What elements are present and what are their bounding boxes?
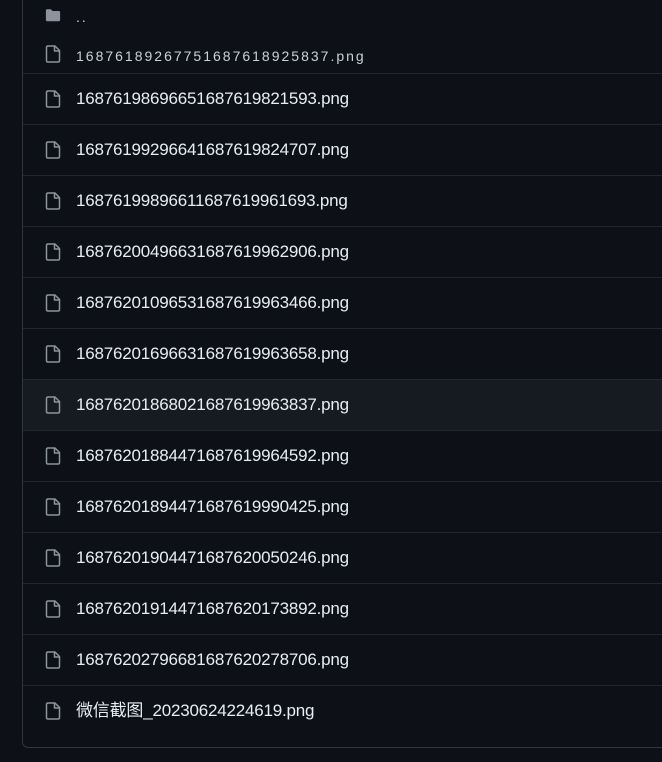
file-name-link[interactable]: 16876200496631687619962906.png (76, 242, 349, 262)
file-icon (45, 447, 61, 465)
file-list: .. 16876189267751687618925837.png 1687619… (22, 0, 662, 748)
file-icon (45, 702, 61, 720)
file-name-link[interactable]: 16876199896611687619961693.png (76, 191, 348, 211)
file-name-link[interactable]: 16876199296641687619824707.png (76, 140, 349, 160)
file-row[interactable]: 16876200496631687619962906.png (23, 226, 662, 277)
folder-icon (45, 6, 61, 24)
file-row[interactable]: 16876201868021687619963837.png (23, 379, 662, 430)
parent-directory-row[interactable]: .. (23, 0, 662, 34)
parent-directory-link[interactable]: .. (76, 7, 88, 27)
file-row[interactable]: 16876201914471687620173892.png (23, 583, 662, 634)
file-icon (45, 549, 61, 567)
file-icon (45, 192, 61, 210)
file-row[interactable]: 16876201696631687619963658.png (23, 328, 662, 379)
file-name-link[interactable]: 微信截图_20230624224619.png (76, 701, 315, 721)
file-row[interactable]: 16876189267751687618925837.png (23, 34, 662, 73)
file-row[interactable]: 16876201096531687619963466.png (23, 277, 662, 328)
file-icon (45, 498, 61, 516)
file-icon (45, 345, 61, 363)
file-name-link[interactable]: 16876201696631687619963658.png (76, 344, 349, 364)
file-icon (45, 651, 61, 669)
file-name-link[interactable]: 16876201894471687619990425.png (76, 497, 349, 517)
file-icon (45, 44, 61, 63)
file-icon (45, 294, 61, 312)
file-name-link[interactable]: 16876201884471687619964592.png (76, 446, 349, 466)
file-name-link[interactable]: 16876201914471687620173892.png (76, 599, 349, 619)
file-row[interactable]: 16876202796681687620278706.png (23, 634, 662, 685)
file-name-link[interactable]: 16876202796681687620278706.png (76, 650, 349, 670)
file-icon (45, 243, 61, 261)
file-icon (45, 90, 61, 108)
file-name-link[interactable]: 16876198696651687619821593.png (76, 89, 349, 109)
file-row[interactable]: 16876201894471687619990425.png (23, 481, 662, 532)
file-row[interactable]: 16876199296641687619824707.png (23, 124, 662, 175)
file-name-link[interactable]: 16876201868021687619963837.png (76, 395, 349, 415)
file-icon (45, 141, 61, 159)
file-icon (45, 396, 61, 414)
file-name-link[interactable]: 16876189267751687618925837.png (76, 46, 366, 66)
file-name-link[interactable]: 16876201904471687620050246.png (76, 548, 349, 568)
file-row[interactable]: 微信截图_20230624224619.png (23, 685, 662, 736)
file-row[interactable]: 16876198696651687619821593.png (23, 73, 662, 124)
file-row[interactable]: 16876201904471687620050246.png (23, 532, 662, 583)
file-name-link[interactable]: 16876201096531687619963466.png (76, 293, 349, 313)
file-row[interactable]: 16876199896611687619961693.png (23, 175, 662, 226)
file-row[interactable]: 16876201884471687619964592.png (23, 430, 662, 481)
file-icon (45, 600, 61, 618)
